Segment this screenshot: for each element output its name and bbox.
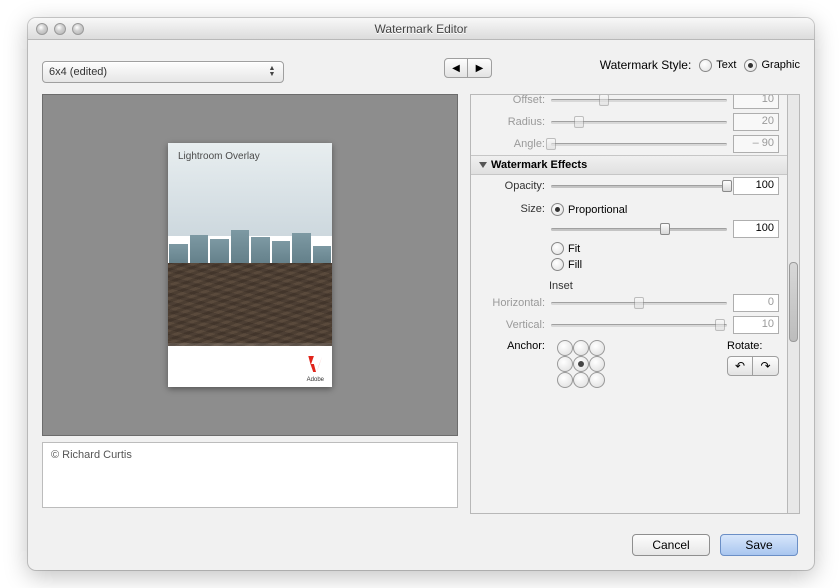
radius-slider	[551, 115, 727, 129]
anchor-grid	[557, 340, 605, 388]
inset-header: Inset	[549, 276, 787, 292]
anchor-tr[interactable]	[589, 340, 605, 356]
preset-selected: 6x4 (edited)	[49, 66, 107, 78]
inset-vertical-row: Vertical: 10	[471, 314, 787, 336]
offset-value: 10	[733, 94, 779, 109]
offset-row: Offset: 10	[471, 94, 787, 111]
titlebar: Watermark Editor	[28, 18, 814, 40]
radio-icon	[551, 242, 564, 255]
anchor-tl[interactable]	[557, 340, 573, 356]
prev-image-button[interactable]: ◀	[444, 58, 468, 78]
style-graphic-radio[interactable]: Graphic	[744, 59, 800, 72]
anchor-bl[interactable]	[557, 372, 573, 388]
anchor-row: Anchor: Rotate: ↶ ↷	[471, 336, 787, 392]
watermark-effects-header[interactable]: Watermark Effects	[471, 155, 787, 175]
copyright-text: © Richard Curtis	[51, 449, 132, 461]
size-fill-radio[interactable]: Fill	[551, 258, 582, 271]
size-proportional-radio[interactable]: Proportional	[551, 203, 627, 216]
copyright-field[interactable]: © Richard Curtis	[42, 442, 458, 508]
anchor-tc[interactable]	[573, 340, 589, 356]
save-button[interactable]: Save	[720, 534, 798, 556]
radius-row: Radius: 20	[471, 111, 787, 133]
next-image-button[interactable]: ▶	[468, 58, 492, 78]
preset-dropdown[interactable]: 6x4 (edited) ▲▼	[42, 61, 284, 83]
dropdown-arrows-icon: ▲▼	[264, 64, 280, 80]
rotate-cw-button[interactable]: ↷	[753, 356, 779, 376]
style-text-radio[interactable]: Text	[699, 59, 736, 72]
radio-icon	[699, 59, 712, 72]
panel-scrollbar[interactable]	[788, 94, 800, 514]
inset-vertical-value[interactable]: 10	[733, 316, 779, 334]
inset-horizontal-row: Horizontal: 0	[471, 292, 787, 314]
anchor-mc[interactable]	[573, 356, 589, 372]
radio-icon	[551, 258, 564, 271]
preview-area: Lightroom Overlay Adobe	[42, 94, 458, 436]
window-title: Watermark Editor	[28, 22, 814, 36]
anchor-br[interactable]	[589, 372, 605, 388]
radio-icon	[744, 59, 757, 72]
disclosure-triangle-icon	[479, 162, 487, 168]
opacity-slider[interactable]	[551, 179, 727, 193]
preview-nav: ◀ ▶	[444, 58, 492, 78]
rotate-group: Rotate: ↶ ↷	[727, 340, 779, 376]
opacity-row: Opacity: 100	[471, 175, 787, 197]
settings-panel: Offset: 10 Radius: 20 Angle: – 90 Waterm…	[470, 94, 788, 514]
size-value[interactable]: 100	[733, 220, 779, 238]
size-row: Size: Proportional 100 Fit Fill	[471, 197, 787, 276]
adobe-logo-icon	[308, 356, 322, 372]
anchor-ml[interactable]	[557, 356, 573, 372]
inset-vertical-slider[interactable]	[551, 318, 727, 332]
adobe-watermark: Adobe	[307, 356, 324, 383]
offset-slider	[551, 94, 727, 107]
cancel-button[interactable]: Cancel	[632, 534, 710, 556]
angle-row: Angle: – 90	[471, 133, 787, 155]
preview-image: Lightroom Overlay Adobe	[168, 143, 332, 387]
rotate-ccw-button[interactable]: ↶	[727, 356, 753, 376]
overlay-text: Lightroom Overlay	[178, 151, 260, 162]
inset-horizontal-value[interactable]: 0	[733, 294, 779, 312]
size-slider[interactable]	[551, 222, 727, 236]
anchor-bc[interactable]	[573, 372, 589, 388]
watermark-style-label: Watermark Style:	[600, 58, 692, 72]
opacity-value[interactable]: 100	[733, 177, 779, 195]
watermark-editor-window: Watermark Editor 6x4 (edited) ▲▼ ◀ ▶ Wat…	[28, 18, 814, 570]
scrollbar-thumb[interactable]	[789, 262, 798, 342]
angle-value: – 90	[733, 135, 779, 153]
watermark-style-group: Watermark Style: Text Graphic	[600, 58, 800, 72]
inset-horizontal-slider[interactable]	[551, 296, 727, 310]
size-fit-radio[interactable]: Fit	[551, 242, 580, 255]
dialog-buttons: Cancel Save	[632, 534, 798, 556]
anchor-mr[interactable]	[589, 356, 605, 372]
angle-slider	[551, 137, 727, 151]
radio-icon	[551, 203, 564, 216]
radius-value: 20	[733, 113, 779, 131]
